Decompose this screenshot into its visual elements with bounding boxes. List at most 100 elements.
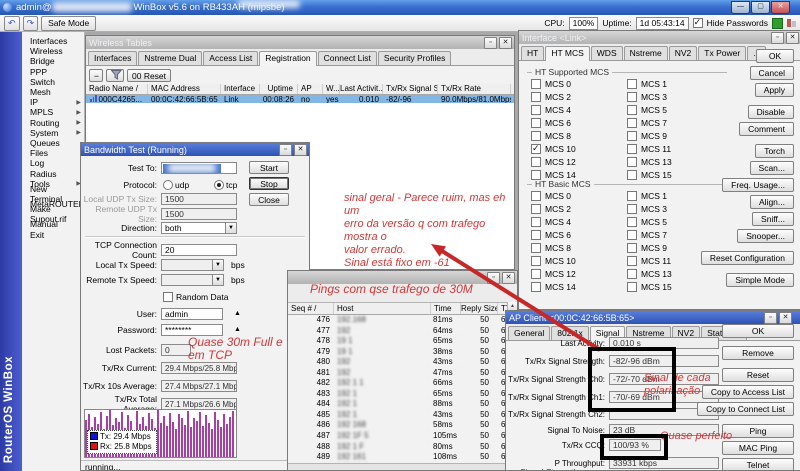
- freq-usage-button[interactable]: Freq. Usage...: [722, 178, 794, 192]
- sniff-button[interactable]: Sniff...: [752, 212, 794, 226]
- direction-select[interactable]: both: [161, 221, 226, 234]
- sidebar-item-interfaces[interactable]: Interfaces: [22, 36, 84, 46]
- sidebar-item-queues[interactable]: Queues: [22, 138, 84, 148]
- simple-mode-button[interactable]: Simple Mode: [726, 273, 794, 287]
- maximize-icon[interactable]: ▢: [751, 1, 770, 14]
- tcp-connection-count-input[interactable]: 20: [161, 243, 237, 256]
- basic-mcs-2-checkbox[interactable]: [531, 203, 541, 214]
- ping-row[interactable]: 485 192 1 43ms 50 6: [288, 409, 517, 421]
- ok-button[interactable]: OK: [722, 324, 794, 338]
- ping-row[interactable]: 479 19 1 38ms 50 6: [288, 346, 517, 358]
- maximize-icon[interactable]: ▫: [279, 144, 292, 156]
- close-icon[interactable]: ✕: [499, 37, 512, 49]
- sidebar-item-wireless[interactable]: Wireless: [22, 46, 84, 56]
- basic-mcs-15-checkbox[interactable]: [627, 281, 637, 292]
- supported-mcs-8-checkbox[interactable]: [531, 130, 541, 141]
- scan-button[interactable]: Scan...: [749, 161, 794, 175]
- supported-mcs-3-checkbox[interactable]: [627, 91, 637, 102]
- tab-ht[interactable]: HT: [521, 46, 545, 60]
- sidebar-item-ppp[interactable]: PPP: [22, 67, 84, 77]
- column-header-interface[interactable]: Interface: [221, 84, 260, 94]
- reset-configuration-button[interactable]: Reset Configuration: [700, 251, 794, 265]
- sidebar-item-switch[interactable]: Switch: [22, 77, 84, 87]
- sidebar-item-exit[interactable]: Exit: [22, 230, 84, 240]
- ping-column-seq[interactable]: Seq # /: [288, 303, 334, 314]
- tab-nv2[interactable]: NV2: [668, 46, 698, 60]
- supported-mcs-11-checkbox[interactable]: [627, 143, 637, 154]
- sidebar-item-log[interactable]: Log: [22, 158, 84, 168]
- ping-row[interactable]: 488 192 1 F 80ms 50 6: [288, 441, 517, 453]
- torch-button[interactable]: Torch: [755, 144, 794, 158]
- ping-titlebar[interactable]: ▫ ✕: [288, 271, 517, 284]
- basic-mcs-14-checkbox[interactable]: [531, 281, 541, 292]
- ping-table-rows[interactable]: 476 192.168 81ms 50 6 477 192 64ms 50 6 478 19 1 65m…: [288, 315, 517, 470]
- supported-mcs-0-checkbox[interactable]: [531, 78, 541, 89]
- minimize-icon[interactable]: —: [731, 1, 750, 14]
- up-arrow-icon[interactable]: ▲: [234, 310, 241, 317]
- supported-mcs-12-checkbox[interactable]: [531, 156, 541, 167]
- ping-row[interactable]: 476 192.168 81ms 50 6: [288, 315, 517, 326]
- ping-horizontal-scrollbar[interactable]: [288, 463, 517, 470]
- redo-button[interactable]: ↷: [22, 15, 39, 31]
- comment-button[interactable]: Comment: [739, 122, 794, 136]
- tab-ht-mcs[interactable]: HT MCS: [545, 46, 590, 61]
- column-header-tx-rx-rate[interactable]: Tx/Rx Rate: [438, 84, 511, 94]
- close-icon[interactable]: ✕: [786, 32, 799, 44]
- close-icon[interactable]: ✕: [294, 144, 307, 156]
- ping-row[interactable]: 478 19 1 65ms 50 6: [288, 336, 517, 347]
- supported-mcs-13-checkbox[interactable]: [627, 156, 637, 167]
- sidebar-item-ip[interactable]: IP ▶: [22, 97, 84, 107]
- basic-mcs-8-checkbox[interactable]: [531, 242, 541, 253]
- supported-mcs-6-checkbox[interactable]: [531, 117, 541, 128]
- ping-row[interactable]: 487 192 1F 5 105ms 50 6: [288, 431, 517, 442]
- supported-mcs-14-checkbox[interactable]: [531, 169, 541, 180]
- ping-row[interactable]: 486 192 168 58ms 50 6: [288, 420, 517, 432]
- cancel-button[interactable]: Cancel: [749, 66, 794, 80]
- apply-button[interactable]: Apply: [754, 83, 794, 97]
- tab-connect-list[interactable]: Connect List: [317, 51, 377, 65]
- ok-button[interactable]: OK: [756, 49, 794, 63]
- column-header-uptime[interactable]: Uptime: [260, 84, 298, 94]
- sidebar-item-radius[interactable]: Radius: [22, 168, 84, 179]
- tab-security-profiles[interactable]: Security Profiles: [377, 51, 452, 65]
- tab-wds[interactable]: WDS: [590, 46, 623, 60]
- snooper-button[interactable]: Snooper...: [737, 229, 794, 243]
- local-tx-speed-input[interactable]: [161, 258, 213, 271]
- ping-row[interactable]: 484 192 1 88ms 50 6: [288, 399, 517, 410]
- supported-mcs-15-checkbox[interactable]: [627, 169, 637, 180]
- supported-mcs-4-checkbox[interactable]: [531, 104, 541, 115]
- sidebar-item-system[interactable]: System ▶: [22, 128, 84, 138]
- remote-tx-speed-input[interactable]: [161, 273, 213, 286]
- ping-row[interactable]: 482 192 1 1 66ms 50 6: [288, 378, 517, 389]
- safe-mode-button[interactable]: Safe Mode: [41, 15, 97, 31]
- basic-mcs-12-checkbox[interactable]: [531, 268, 541, 279]
- sidebar-item-bridge[interactable]: Bridge: [22, 56, 84, 66]
- ping-row[interactable]: 483 192 1 65ms 50 6: [288, 388, 517, 400]
- column-header-tx-rx-signal-str[interactable]: Tx/Rx Signal Str...: [383, 84, 438, 94]
- basic-mcs-11-checkbox[interactable]: [627, 255, 637, 266]
- restore-icon[interactable]: ▫: [484, 37, 497, 49]
- up-arrow-icon[interactable]: ▲: [234, 326, 241, 333]
- supported-mcs-2-checkbox[interactable]: [531, 91, 541, 102]
- ping-column-time[interactable]: Time: [431, 303, 461, 314]
- mac-ping-button[interactable]: MAC Ping: [722, 441, 794, 455]
- restore-icon[interactable]: ▫: [764, 312, 777, 324]
- column-header-radio-name[interactable]: Radio Name /: [86, 84, 148, 94]
- supported-mcs-5-checkbox[interactable]: [627, 104, 637, 115]
- hide-passwords-checkbox[interactable]: [692, 17, 703, 28]
- remove-entry-button[interactable]: −: [89, 68, 103, 82]
- dropdown-arrow-icon[interactable]: ▼: [213, 258, 224, 271]
- disable-button[interactable]: Disable: [747, 105, 794, 119]
- dropdown-arrow-icon[interactable]: ▼: [213, 273, 224, 286]
- ping-column-host[interactable]: Host: [334, 303, 431, 314]
- ping-row[interactable]: 480 192 43ms 50 6: [288, 357, 517, 368]
- column-header-w[interactable]: W...: [323, 84, 340, 94]
- tab-nstreme-dual[interactable]: Nstreme Dual: [138, 51, 203, 65]
- sidebar-item-make-supout-rif[interactable]: Make Supout.rif: [22, 204, 84, 224]
- password-input[interactable]: ********: [161, 323, 223, 336]
- ping-row[interactable]: 477 192 64ms 50 6: [288, 325, 517, 337]
- sidebar-item-new-terminal[interactable]: New Terminal: [22, 184, 84, 204]
- random-data-checkbox[interactable]: [163, 291, 173, 302]
- start-button[interactable]: Start: [249, 161, 289, 174]
- basic-mcs-1-checkbox[interactable]: [627, 190, 637, 201]
